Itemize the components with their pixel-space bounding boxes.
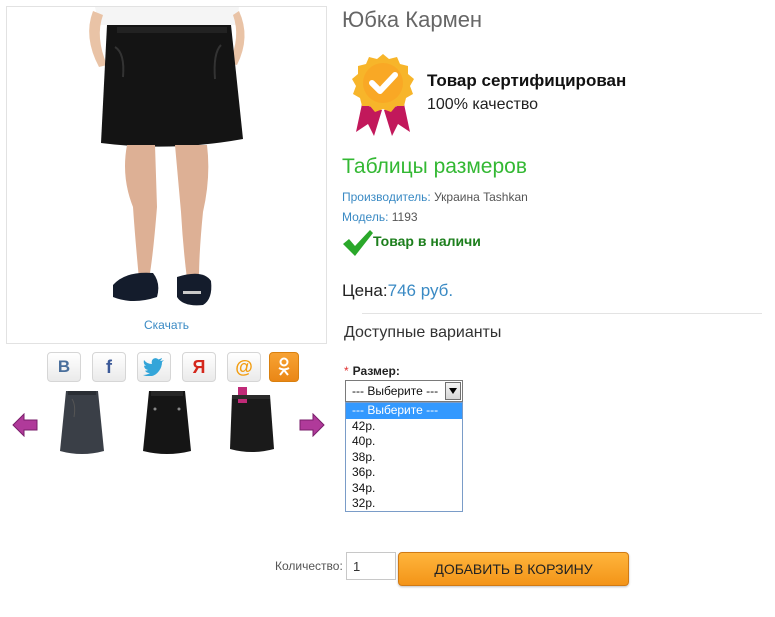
certificate-badge [350, 52, 416, 141]
certificate-title: Товар сертифицирован [427, 71, 627, 90]
size-option[interactable]: 42р. [346, 419, 462, 435]
twitter-icon [143, 358, 164, 376]
manufacturer-value: Украина Tashkan [430, 190, 528, 204]
product-title: Юбка Кармен [342, 7, 483, 32]
size-select[interactable]: --- Выберите --- [345, 380, 463, 402]
chevron-down-icon[interactable] [445, 382, 461, 400]
manufacturer-label[interactable]: Производитель: [342, 190, 431, 204]
mail-ru-icon: @ [235, 356, 253, 377]
thumbnail-1[interactable] [54, 385, 110, 457]
vk-share-button[interactable]: B [47, 352, 81, 382]
quantity-label: Количество: [275, 559, 343, 573]
vk-icon: B [57, 357, 71, 376]
twitter-share-button[interactable] [137, 352, 171, 382]
skirt-thumbnail-image [143, 391, 191, 454]
odnoklassniki-icon [278, 357, 290, 376]
size-option[interactable]: --- Выберите --- [346, 403, 462, 419]
certificate-subtitle: 100% качество [427, 96, 539, 113]
odnoklassniki-button[interactable] [269, 352, 299, 382]
in-stock-check-icon [342, 229, 374, 262]
ok-share-button[interactable]: Я [182, 352, 216, 382]
thumbnail-prev-button[interactable] [12, 412, 38, 442]
download-link[interactable]: Скачать [7, 318, 326, 332]
add-to-cart-button[interactable]: ДОБАВИТЬ В КОРЗИНУ [398, 552, 629, 586]
price: Цена:746 руб. [342, 281, 453, 301]
skirt-photo [89, 7, 245, 306]
size-select-value: --- Выберите --- [352, 384, 439, 398]
size-option[interactable]: 38р. [346, 450, 462, 466]
price-label: Цена: [342, 281, 388, 300]
facebook-share-button[interactable]: f [92, 352, 126, 382]
arrow-left-icon [12, 412, 38, 438]
size-option[interactable]: 34р. [346, 481, 462, 497]
model-label[interactable]: Модель: [342, 210, 388, 224]
product-main-image[interactable]: Скачать [6, 6, 327, 344]
skirt-thumbnail-image [230, 387, 274, 452]
variants-title: Доступные варианты [344, 324, 502, 341]
size-option[interactable]: 40р. [346, 434, 462, 450]
thumbnail-next-button[interactable] [299, 412, 325, 442]
stock-status: Товар в наличи [373, 233, 481, 249]
model-value: 1193 [388, 210, 418, 224]
size-option[interactable]: 32р. [346, 496, 462, 512]
divider [362, 313, 762, 314]
quantity-input[interactable] [346, 552, 396, 580]
size-dropdown-list: --- Выберите --- 42р. 40р. 38р. 36р. 34р… [345, 402, 463, 512]
mailru-share-button[interactable]: @ [227, 352, 261, 382]
required-mark: * [344, 364, 349, 378]
model-row: Модель: 1193 [342, 210, 418, 224]
odnoklassniki-share-icon: Я [192, 356, 206, 377]
size-label-text: Размер: [352, 364, 400, 378]
size-label: * Размер: [344, 364, 400, 378]
skirt-thumbnail-image [60, 391, 104, 454]
thumbnail-2[interactable] [139, 385, 195, 457]
certified-badge-icon [352, 54, 414, 136]
price-value: 746 руб. [387, 281, 454, 300]
size-option[interactable]: 36р. [346, 465, 462, 481]
thumbnail-3[interactable] [224, 385, 280, 457]
arrow-right-icon [299, 412, 325, 438]
size-tables-link[interactable]: Таблицы размеров [342, 155, 527, 179]
facebook-icon: f [106, 356, 112, 377]
manufacturer-row: Производитель: Украина Tashkan [342, 190, 528, 204]
